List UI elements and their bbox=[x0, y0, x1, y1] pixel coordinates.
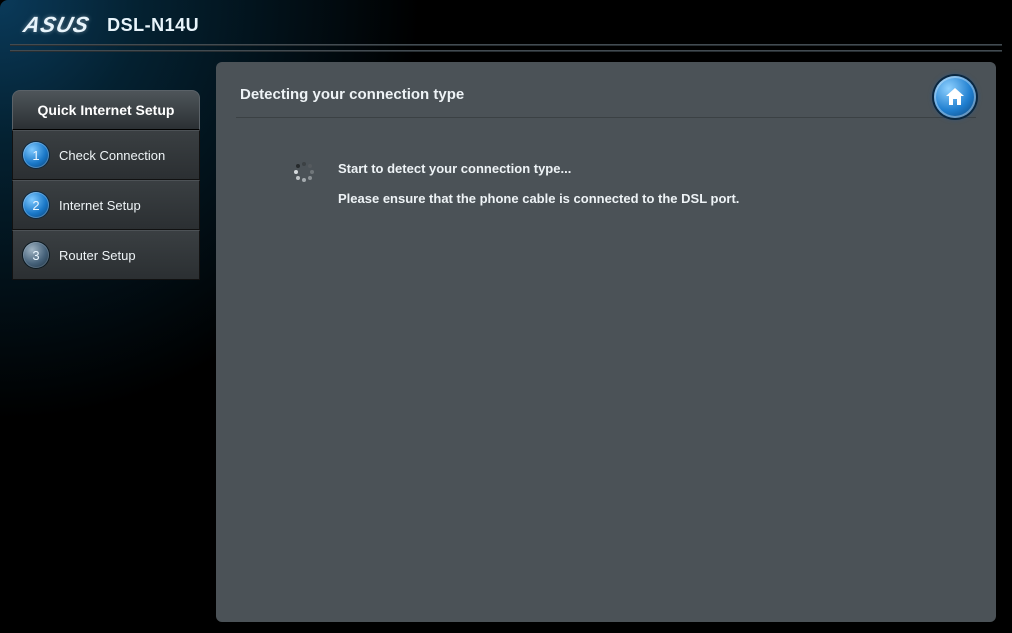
step-badge-1: 1 bbox=[23, 142, 49, 168]
sidebar-item-label: Check Connection bbox=[59, 148, 165, 163]
home-icon bbox=[943, 85, 967, 109]
header-divider bbox=[10, 44, 1002, 46]
header: ASUS DSL-N14U bbox=[0, 0, 1012, 50]
sidebar-item-label: Router Setup bbox=[59, 248, 136, 263]
sidebar-item-router-setup[interactable]: 3 Router Setup bbox=[12, 230, 200, 280]
sidebar-item-label: Internet Setup bbox=[59, 198, 141, 213]
sidebar-item-check-connection[interactable]: 1 Check Connection bbox=[12, 130, 200, 180]
step-badge-2: 2 bbox=[23, 192, 49, 218]
brand-logo: ASUS bbox=[21, 12, 93, 38]
status-line1: Start to detect your connection type... bbox=[338, 160, 739, 178]
sidebar-title: Quick Internet Setup bbox=[12, 90, 200, 130]
loading-spinner-icon bbox=[294, 162, 314, 182]
main-panel: Detecting your connection type Start to … bbox=[216, 62, 996, 622]
sidebar: Quick Internet Setup 1 Check Connection … bbox=[12, 90, 200, 280]
model-label: DSL-N14U bbox=[107, 15, 199, 36]
panel-title: Detecting your connection type bbox=[216, 62, 996, 117]
content-block: Start to detect your connection type... … bbox=[216, 118, 996, 208]
status-line2: Please ensure that the phone cable is co… bbox=[338, 190, 739, 208]
step-badge-3: 3 bbox=[23, 242, 49, 268]
header-divider bbox=[10, 50, 1002, 52]
app-frame: ASUS DSL-N14U Quick Internet Setup 1 Che… bbox=[0, 0, 1012, 633]
status-text: Start to detect your connection type... … bbox=[338, 160, 739, 208]
sidebar-item-internet-setup[interactable]: 2 Internet Setup bbox=[12, 180, 200, 230]
home-button[interactable] bbox=[934, 76, 976, 118]
